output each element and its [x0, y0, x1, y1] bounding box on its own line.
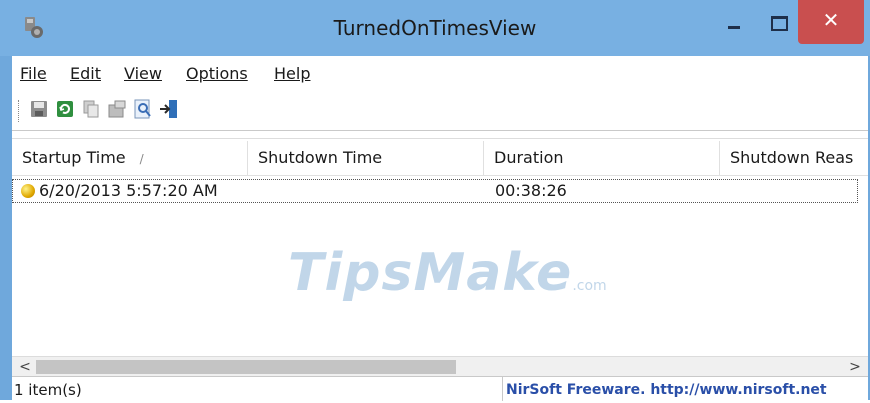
status-dot-icon [21, 184, 35, 198]
properties-icon[interactable] [106, 98, 128, 120]
item-count: 1 item(s) [14, 377, 503, 401]
cell-duration: 00:38:26 [495, 181, 567, 200]
menu-help[interactable]: Help [274, 64, 310, 83]
table-row[interactable]: 6/20/2013 5:57:20 AM 00:38:26 [12, 179, 858, 203]
column-header-duration[interactable]: Duration [484, 141, 720, 175]
save-icon[interactable] [28, 98, 50, 120]
exit-icon[interactable] [158, 98, 180, 120]
horizontal-scrollbar[interactable]: < > [12, 356, 868, 377]
menu-edit[interactable]: Edit [70, 64, 101, 83]
cell-startup-time: 6/20/2013 5:57:20 AM [39, 181, 218, 200]
toolbar [12, 88, 868, 131]
scroll-right-button[interactable]: > [844, 357, 866, 377]
menu-file[interactable]: File [20, 64, 47, 83]
menu-options[interactable]: Options [186, 64, 248, 83]
scroll-left-button[interactable]: < [14, 357, 36, 377]
close-icon: ✕ [822, 8, 840, 32]
scroll-thumb[interactable] [36, 360, 456, 374]
watermark: TipsMake.com [288, 243, 607, 303]
status-bar: 1 item(s) NirSoft Freeware. http://www.n… [12, 376, 868, 401]
menu-bar: File Edit View Options Help [12, 56, 868, 88]
nirsoft-link[interactable]: NirSoft Freeware. http://www.nirsoft.net [506, 377, 827, 401]
app-window: TurnedOnTimesView ✕ File Edit View Optio… [0, 0, 870, 401]
list-view[interactable]: Startup Time / Shutdown Time Duration Shu… [12, 138, 868, 357]
title-bar[interactable]: TurnedOnTimesView ✕ [0, 0, 870, 56]
menu-view[interactable]: View [124, 64, 162, 83]
column-header-shutdown-time[interactable]: Shutdown Time [248, 141, 484, 175]
sort-indicator-icon: / [139, 152, 144, 166]
column-header-startup-time[interactable]: Startup Time / [12, 141, 248, 175]
maximize-button[interactable] [758, 8, 798, 46]
list-header: Startup Time / Shutdown Time Duration Shu… [12, 141, 868, 176]
minimize-button[interactable] [706, 8, 762, 46]
client-area: File Edit View Options Help Startup Time… [12, 56, 868, 401]
close-button[interactable]: ✕ [798, 0, 864, 44]
refresh-icon[interactable] [54, 98, 76, 120]
find-icon[interactable] [132, 98, 154, 120]
column-header-shutdown-reason[interactable]: Shutdown Reas [720, 141, 868, 175]
toolbar-grip [18, 100, 21, 122]
copy-icon[interactable] [80, 98, 102, 120]
